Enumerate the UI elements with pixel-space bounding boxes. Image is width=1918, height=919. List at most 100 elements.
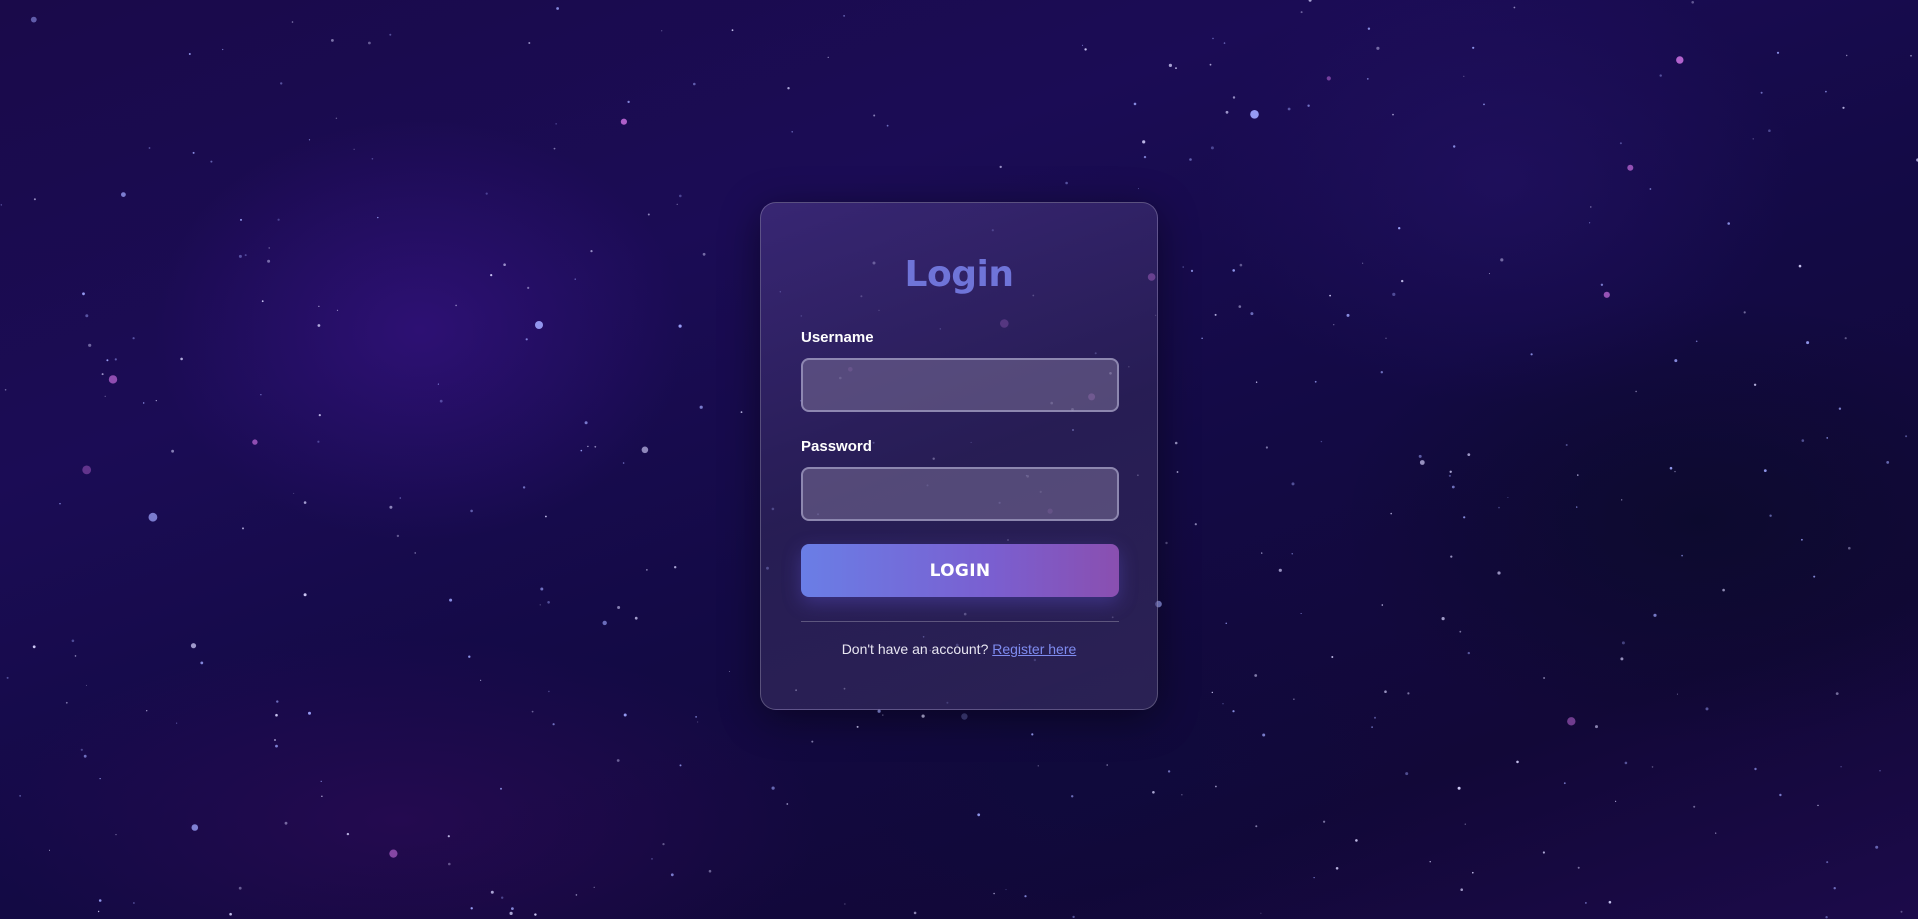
star xyxy=(679,764,682,767)
star xyxy=(1676,693,1678,695)
star xyxy=(1407,692,1410,695)
star xyxy=(303,501,307,504)
star xyxy=(180,357,183,361)
star xyxy=(238,886,242,890)
star xyxy=(921,714,925,718)
star xyxy=(1262,733,1266,737)
star xyxy=(535,321,543,329)
star xyxy=(276,700,279,703)
username-input[interactable] xyxy=(801,358,1119,412)
star xyxy=(82,292,85,296)
star xyxy=(293,492,295,494)
star xyxy=(1037,765,1039,767)
star xyxy=(1381,604,1384,606)
star xyxy=(617,606,621,609)
password-input[interactable] xyxy=(801,467,1119,521)
star xyxy=(1542,851,1545,854)
star xyxy=(284,821,288,825)
star xyxy=(1715,832,1717,834)
star xyxy=(1801,439,1805,442)
star xyxy=(1261,552,1263,554)
star xyxy=(1457,786,1461,790)
star xyxy=(368,41,371,45)
star xyxy=(490,274,493,277)
star xyxy=(501,896,504,899)
star xyxy=(1483,103,1485,106)
star xyxy=(1255,381,1258,383)
star xyxy=(1825,90,1827,93)
star xyxy=(1291,553,1293,555)
star xyxy=(115,834,117,836)
star xyxy=(1189,158,1192,161)
star xyxy=(856,725,859,728)
star xyxy=(1472,871,1474,874)
star xyxy=(602,620,607,626)
register-prompt-line: Don't have an account? Register here xyxy=(801,641,1117,657)
star xyxy=(143,402,145,404)
star xyxy=(268,247,270,249)
star xyxy=(1722,588,1725,592)
star xyxy=(449,598,453,602)
star xyxy=(470,907,473,910)
star xyxy=(977,813,981,817)
star xyxy=(1300,613,1302,614)
star xyxy=(693,82,696,86)
star xyxy=(1543,677,1546,679)
star xyxy=(1806,341,1810,345)
star xyxy=(1674,470,1676,473)
star xyxy=(1293,698,1295,700)
star xyxy=(1463,75,1465,77)
star xyxy=(1453,145,1456,148)
star xyxy=(1497,571,1501,575)
star xyxy=(1776,51,1780,54)
login-button[interactable]: LOGIN xyxy=(801,544,1119,597)
star xyxy=(104,395,106,397)
star xyxy=(525,338,528,341)
star xyxy=(584,421,588,425)
star xyxy=(527,286,530,289)
star xyxy=(321,795,323,797)
star xyxy=(32,645,36,649)
star xyxy=(702,252,706,256)
star xyxy=(1567,717,1576,726)
star xyxy=(1165,541,1168,545)
star xyxy=(132,337,135,340)
star xyxy=(244,254,247,257)
star xyxy=(1840,766,1842,768)
star xyxy=(1390,512,1392,515)
star xyxy=(1326,76,1331,81)
star xyxy=(1300,11,1303,14)
star xyxy=(574,278,576,280)
star xyxy=(1308,0,1312,2)
star xyxy=(1380,371,1384,374)
star xyxy=(1451,485,1455,489)
star xyxy=(1488,273,1490,275)
star xyxy=(623,713,627,717)
star xyxy=(1314,380,1317,383)
star xyxy=(447,835,450,838)
star xyxy=(1152,791,1155,794)
star xyxy=(1826,861,1829,864)
star xyxy=(547,601,550,604)
star xyxy=(708,869,712,873)
star xyxy=(877,709,881,713)
register-link[interactable]: Register here xyxy=(992,641,1076,657)
star xyxy=(539,604,541,606)
star xyxy=(1760,91,1763,94)
star xyxy=(85,314,89,318)
star xyxy=(260,394,262,396)
star xyxy=(1254,674,1258,677)
star xyxy=(540,587,544,591)
star xyxy=(1693,805,1696,808)
star xyxy=(1250,110,1259,119)
star xyxy=(1825,916,1828,919)
star xyxy=(651,858,653,860)
star xyxy=(1472,46,1475,49)
star xyxy=(1585,902,1587,904)
star xyxy=(1507,497,1509,498)
star xyxy=(1577,474,1579,476)
star xyxy=(1291,482,1295,486)
star xyxy=(74,655,77,657)
star xyxy=(1833,887,1836,890)
star xyxy=(414,552,416,554)
